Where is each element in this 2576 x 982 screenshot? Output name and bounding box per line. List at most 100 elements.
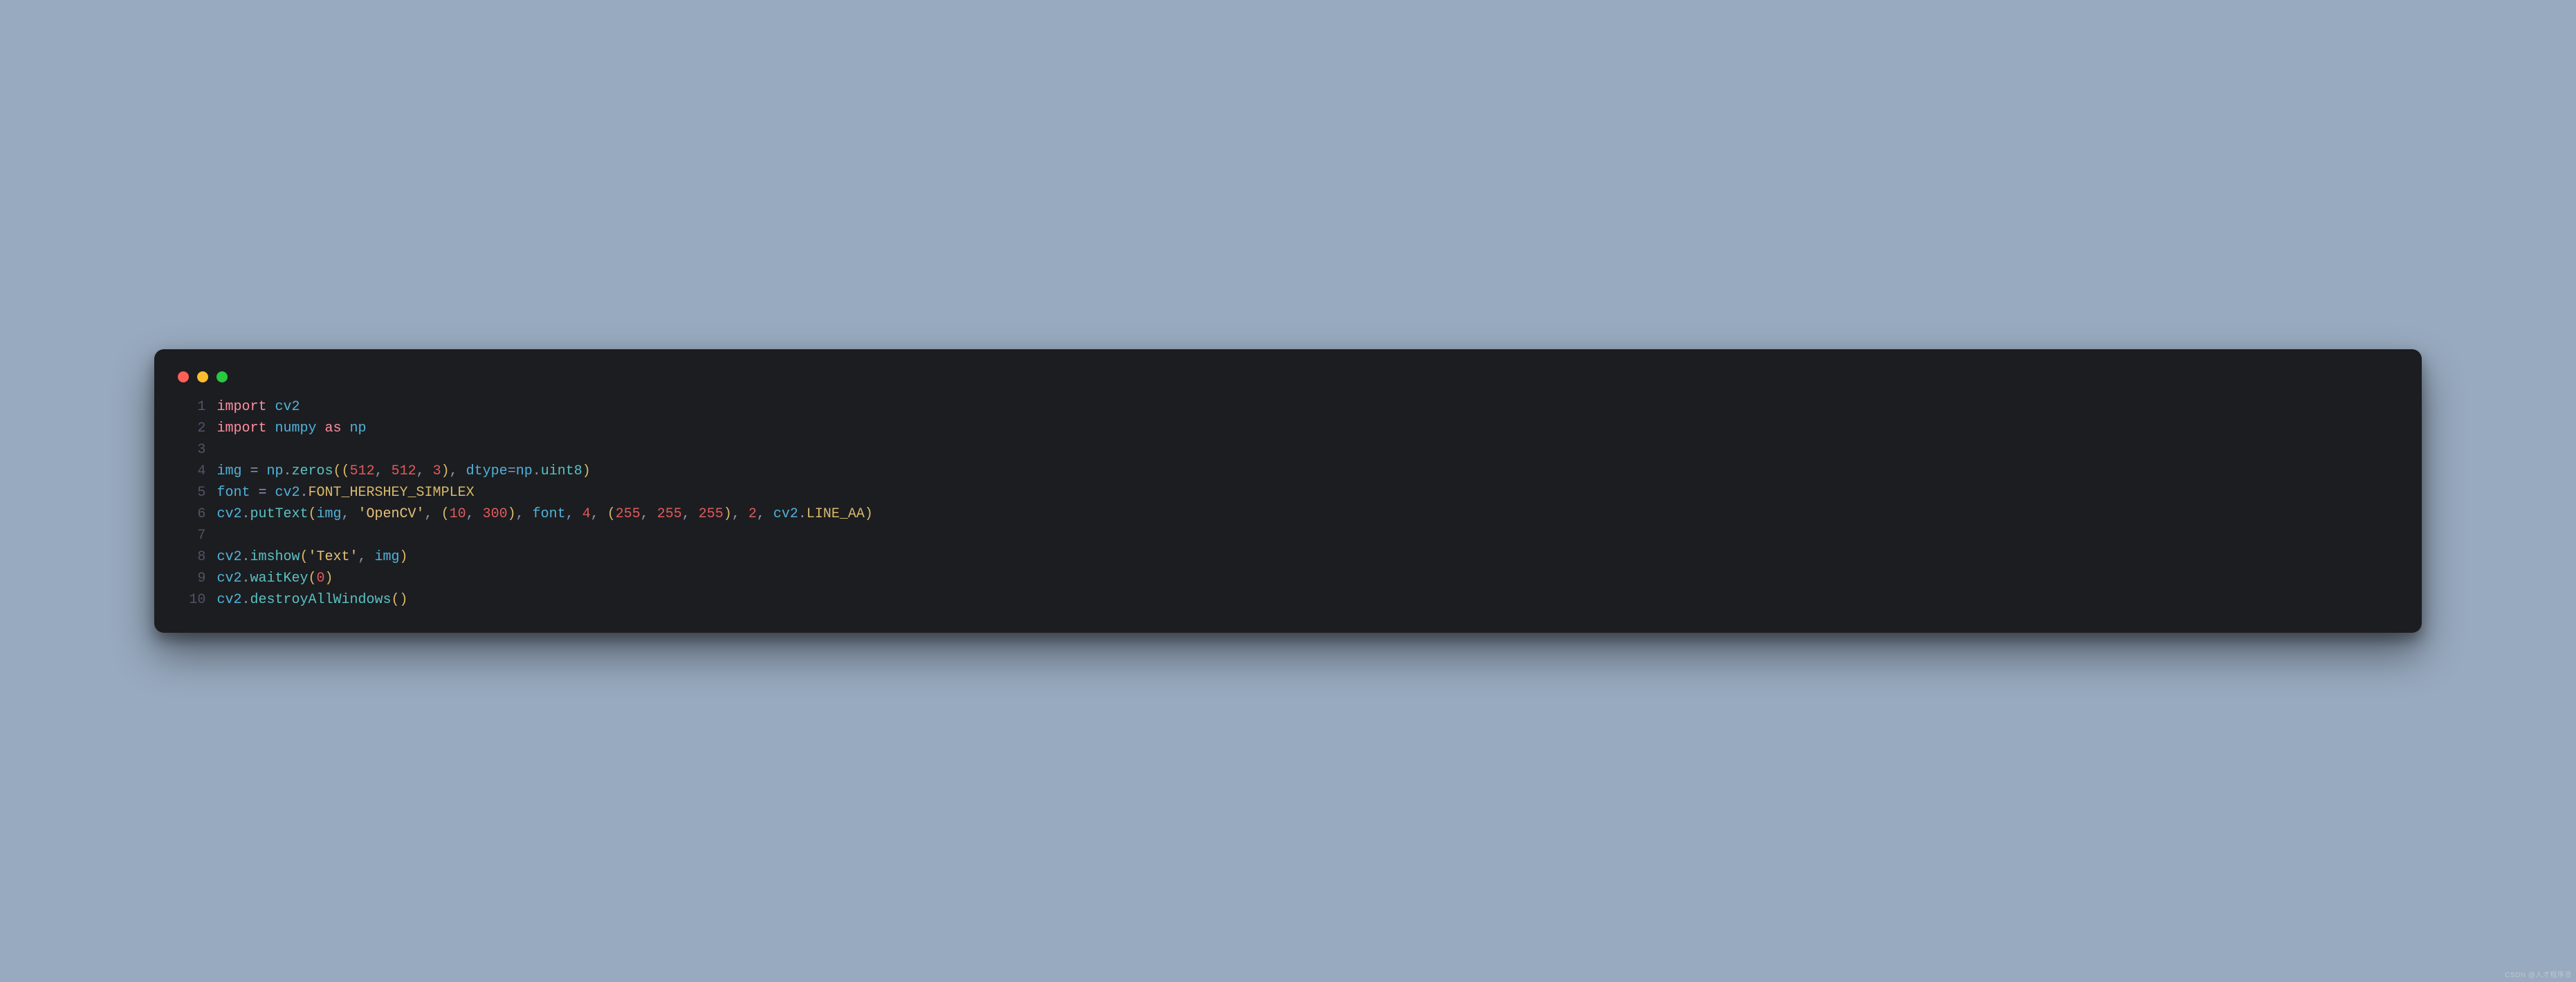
code-token: 'Text' (309, 549, 358, 565)
code-line: 8cv2.imshow('Text', img) (175, 546, 2400, 568)
code-token (266, 485, 275, 501)
code-token: , (450, 463, 466, 479)
code-line: 7 (175, 525, 2400, 546)
line-number: 9 (175, 568, 205, 589)
code-token: , (466, 506, 483, 522)
code-token: () (392, 592, 408, 608)
code-token: ) (865, 506, 873, 522)
code-token: , (416, 463, 433, 479)
code-line: 10 cv2.destroyAllWindows() (175, 589, 2400, 611)
code-token: img (375, 549, 400, 565)
line-number: 6 (175, 503, 205, 525)
line-number: 5 (175, 482, 205, 503)
code-token: 255 (616, 506, 641, 522)
code-token: import (217, 420, 266, 436)
code-window: 1 import cv2 2 import numpy as np 34img = np… (154, 349, 2421, 633)
code-token: FONT_HERSHEY_SIMPLEX (309, 485, 475, 501)
code-token: LINE_AA (807, 506, 865, 522)
code-token: 300 (483, 506, 508, 522)
code-token: 0 (317, 571, 325, 586)
code-token: = (508, 463, 516, 479)
code-token: cv2 (275, 485, 300, 501)
code-token: 2 (748, 506, 757, 522)
line-content: cv2.putText(img, 'OpenCV', (10, 300), fo… (217, 503, 873, 525)
code-token: ( (308, 506, 316, 522)
code-token: 3 (433, 463, 441, 479)
code-token: 10 (450, 506, 466, 522)
code-token: . (284, 463, 292, 479)
code-line: 2 import numpy as np (175, 418, 2400, 439)
close-icon[interactable] (178, 371, 189, 382)
code-token: , (566, 506, 582, 522)
line-number: 1 (175, 396, 205, 418)
code-token: , (732, 506, 748, 522)
code-token: np (350, 420, 367, 436)
code-token: img (317, 506, 342, 522)
code-token: cv2 (275, 399, 300, 415)
code-token: ) (508, 506, 516, 522)
code-token: cv2 (217, 592, 241, 608)
code-token: np (516, 463, 533, 479)
code-token: . (798, 506, 807, 522)
code-token: 'OpenCV' (358, 506, 425, 522)
code-token: np (267, 463, 284, 479)
code-token: , (757, 506, 773, 522)
code-token: cv2 (217, 506, 241, 522)
code-line: 3 (175, 439, 2400, 461)
zoom-icon[interactable] (217, 371, 228, 382)
code-token: ( (308, 571, 316, 586)
code-token: 512 (392, 463, 416, 479)
line-number: 3 (175, 439, 205, 461)
code-token: waitKey (250, 571, 308, 586)
code-line: 4img = np.zeros((512, 512, 3), dtype=np.… (175, 461, 2400, 482)
code-token: , (516, 506, 533, 522)
code-line: 1 import cv2 (175, 396, 2400, 418)
code-token: numpy (275, 420, 316, 436)
line-content: cv2.waitKey(0) (217, 568, 333, 589)
line-content: import numpy as np (217, 418, 366, 439)
code-token: ) (400, 549, 408, 565)
code-token (342, 420, 350, 436)
code-token: 255 (657, 506, 682, 522)
code-token: zeros (292, 463, 333, 479)
code-line: 6 cv2.putText(img, 'OpenCV', (10, 300), f… (175, 503, 2400, 525)
line-number: 2 (175, 418, 205, 439)
code-token (316, 420, 324, 436)
code-token: . (241, 549, 250, 565)
watermark-text: CSDN @人才程序员 (2505, 969, 2572, 979)
code-token: ( (607, 506, 616, 522)
code-token: destroyAllWindows (250, 592, 391, 608)
code-token: ) (582, 463, 591, 479)
line-content: cv2.destroyAllWindows() (217, 589, 407, 611)
code-line: 9 cv2.waitKey(0) (175, 568, 2400, 589)
line-number: 8 (175, 546, 205, 568)
code-token: = (250, 463, 258, 479)
code-token: ( (300, 549, 308, 565)
code-token: as (325, 420, 342, 436)
code-token: , (425, 506, 441, 522)
code-token: , (682, 506, 699, 522)
code-token: ) (325, 571, 333, 586)
code-token: cv2 (773, 506, 798, 522)
code-token (258, 463, 266, 479)
code-token: (( (333, 463, 350, 479)
code-token: cv2 (217, 571, 241, 586)
code-token: , (375, 463, 392, 479)
line-content: img = np.zeros((512, 512, 3), dtype=np.u… (217, 461, 590, 482)
code-token: ( (441, 506, 450, 522)
code-line: 5 font = cv2.FONT_HERSHEY_SIMPLEX (175, 482, 2400, 503)
code-token (266, 399, 275, 415)
line-content: import cv2 (217, 396, 300, 418)
code-token (250, 485, 258, 501)
code-token: . (533, 463, 541, 479)
line-number: 10 (175, 589, 205, 611)
minimize-icon[interactable] (197, 371, 208, 382)
line-content: font = cv2.FONT_HERSHEY_SIMPLEX (217, 482, 474, 503)
code-token: dtype (466, 463, 508, 479)
code-token: uint8 (541, 463, 582, 479)
code-token: cv2 (217, 549, 241, 565)
code-token: img (217, 463, 241, 479)
code-token: , (358, 549, 375, 565)
code-token: , (591, 506, 607, 522)
code-token: 512 (350, 463, 375, 479)
